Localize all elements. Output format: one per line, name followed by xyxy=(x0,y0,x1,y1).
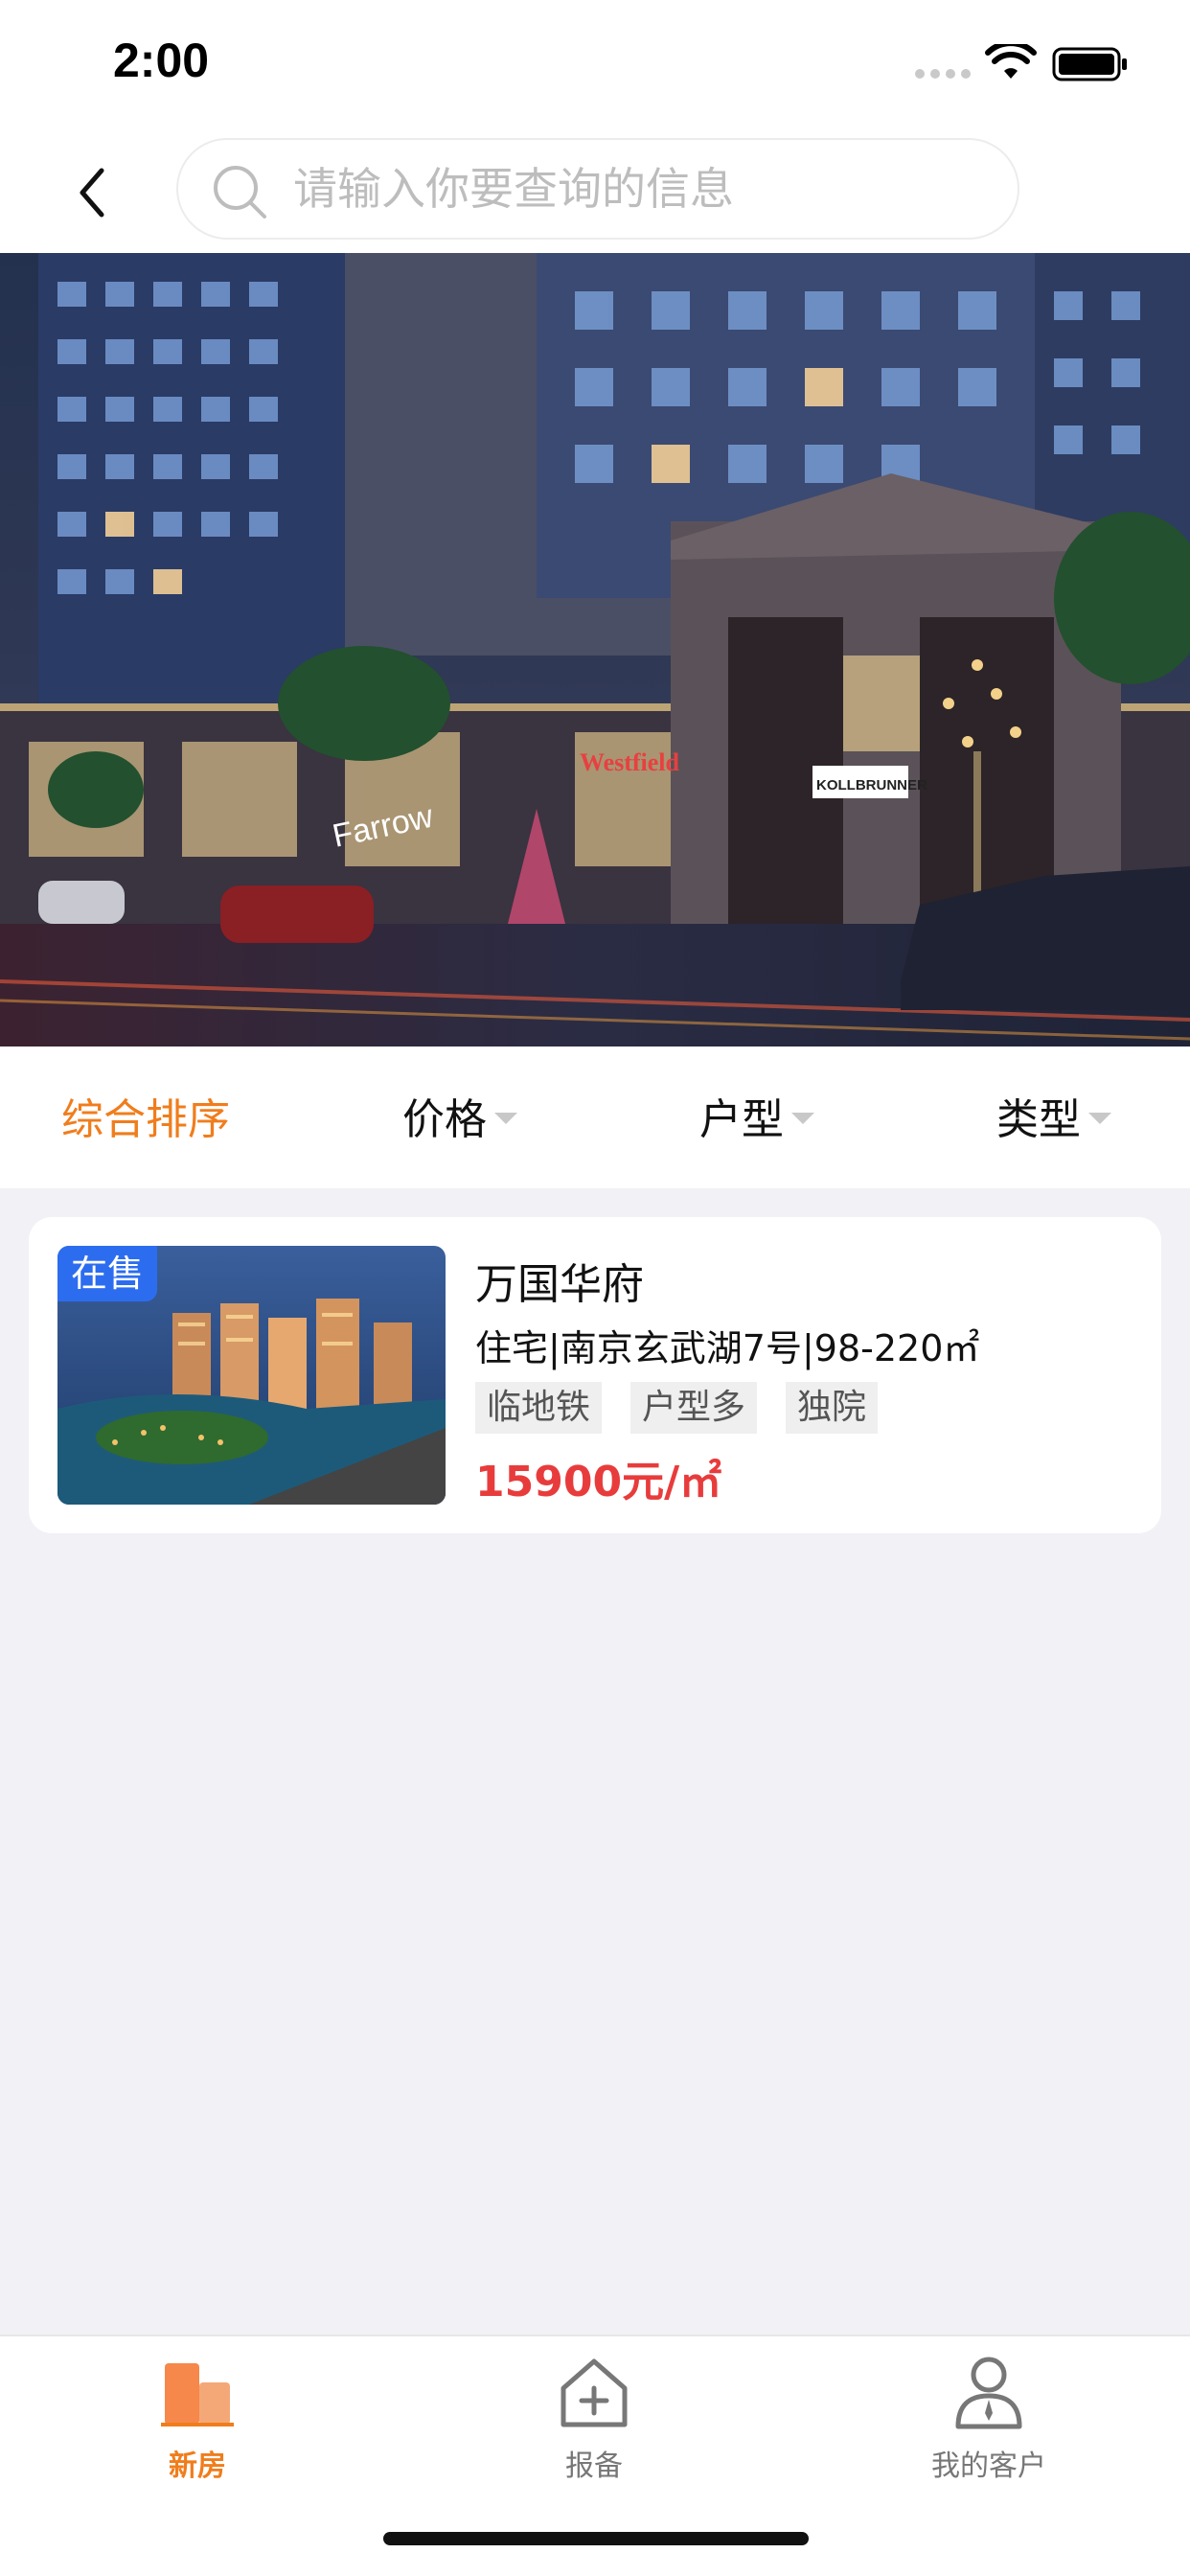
filter-bar: 综合排序 价格 户型 类型 xyxy=(0,1046,1190,1188)
banner-image: Farrow Westfield KOLLBRUNNER xyxy=(0,253,1190,1046)
nav-bar xyxy=(0,134,1190,253)
listing-tag: 独院 xyxy=(786,1382,879,1434)
listing-tag: 户型多 xyxy=(630,1382,758,1434)
svg-text:KOLLBRUNNER: KOLLBRUNNER xyxy=(816,777,927,794)
tab-label: 我的客户 xyxy=(931,2450,1046,2483)
search-icon xyxy=(214,166,266,218)
tab-my-customers[interactable]: 我的客户 xyxy=(874,2354,1104,2488)
listing-card[interactable]: 在售 万国华府 住宅|南京玄武湖7号|98-220㎡ 临地铁 户型多 独院 15… xyxy=(29,1217,1161,1533)
status-time: 2:00 xyxy=(113,34,210,87)
dropdown-caret-icon xyxy=(1088,1113,1111,1124)
svg-text:Westfield: Westfield xyxy=(580,748,680,776)
filter-price[interactable]: 价格 xyxy=(402,1087,517,1144)
home-indicator[interactable] xyxy=(383,2532,809,2545)
cellular-signal-icon xyxy=(915,69,971,79)
search-input[interactable] xyxy=(293,140,983,238)
filter-type[interactable]: 类型 xyxy=(996,1087,1111,1144)
listing-info: 住宅|南京玄武湖7号|98-220㎡ xyxy=(475,1327,980,1369)
filter-sort-comprehensive[interactable]: 综合排序 xyxy=(61,1087,230,1144)
battery-icon xyxy=(1052,47,1127,81)
listing-tags: 临地铁 户型多 独院 xyxy=(475,1382,879,1434)
status-bar: 2:00 xyxy=(0,0,1190,134)
tab-label: 新房 xyxy=(169,2450,226,2483)
filter-layout[interactable]: 户型 xyxy=(699,1087,814,1144)
back-button[interactable] xyxy=(63,159,121,226)
building-icon xyxy=(161,2363,234,2426)
dropdown-caret-icon xyxy=(494,1113,517,1124)
house-plus-icon xyxy=(561,2358,628,2427)
banner-carousel[interactable]: Farrow Westfield KOLLBRUNNER xyxy=(0,253,1190,1046)
tab-label: 报备 xyxy=(565,2450,623,2483)
listing-tag: 临地铁 xyxy=(475,1382,603,1434)
customer-icon xyxy=(955,2357,1022,2429)
listing-price: 15900元/㎡ xyxy=(475,1458,722,1506)
search-box[interactable] xyxy=(176,138,1019,240)
tab-new-homes[interactable]: 新房 xyxy=(82,2354,312,2488)
sale-status-badge: 在售 xyxy=(57,1246,158,1301)
listing-title: 万国华府 xyxy=(475,1260,644,1309)
tab-report[interactable]: 报备 xyxy=(479,2354,709,2488)
wifi-icon xyxy=(985,44,1037,79)
dropdown-caret-icon xyxy=(791,1113,814,1124)
